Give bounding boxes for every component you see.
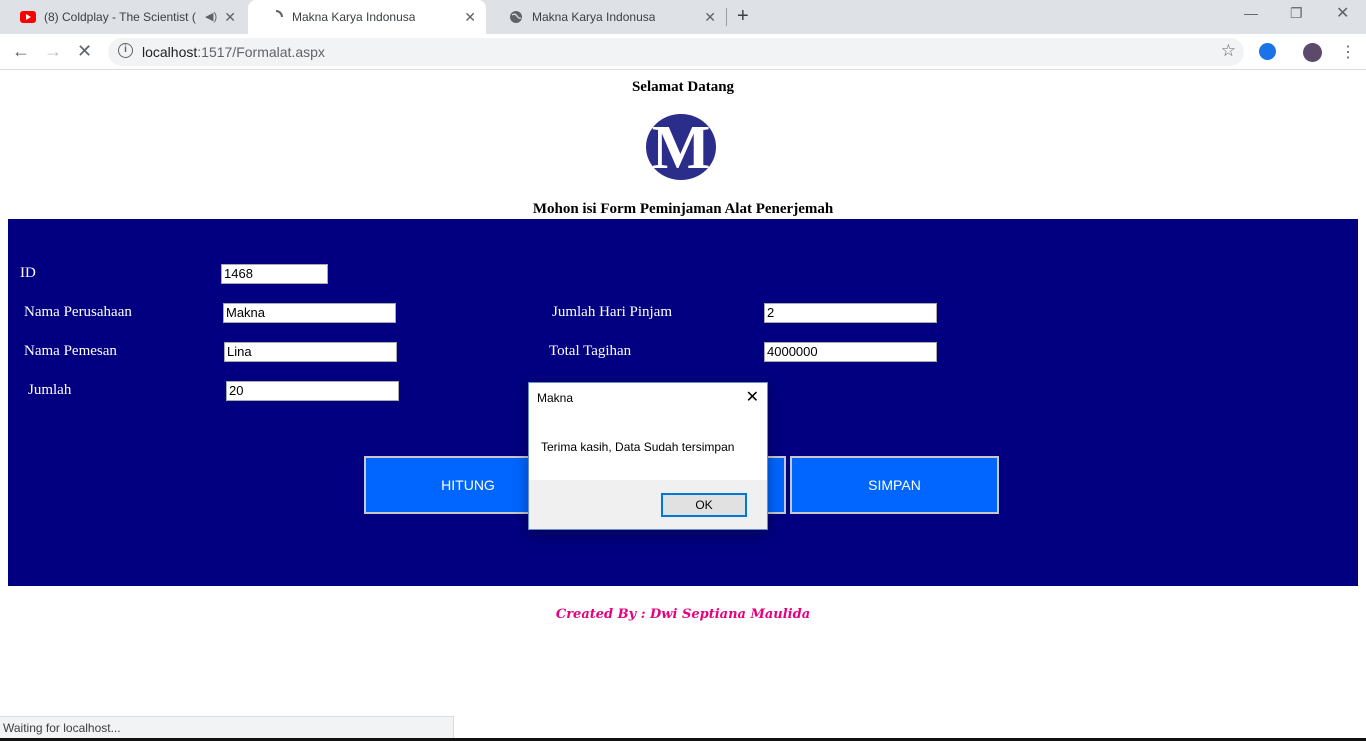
dialog-message: Terima kasih, Data Sudah tersimpan bbox=[541, 440, 735, 454]
restore-icon[interactable]: ❐ bbox=[1290, 5, 1303, 22]
id-label: ID bbox=[20, 265, 36, 281]
dialog-title: Makna bbox=[537, 391, 574, 405]
ok-button[interactable]: OK bbox=[661, 493, 747, 517]
welcome-heading: Selamat Datang bbox=[631, 79, 735, 95]
company-input[interactable]: Makna bbox=[223, 303, 396, 323]
status-bubble: Waiting for localhost... bbox=[0, 716, 454, 738]
close-tab-icon[interactable]: ✕ bbox=[464, 9, 476, 26]
days-input[interactable]: 2 bbox=[764, 303, 937, 323]
globe-icon bbox=[508, 9, 524, 25]
youtube-icon bbox=[20, 9, 36, 25]
back-icon[interactable]: ← bbox=[12, 41, 30, 62]
tab-makna-active[interactable]: Makna Karya Indonusa ✕ bbox=[248, 0, 486, 34]
url-text[interactable]: localhost:1517/Formalat.aspx bbox=[142, 44, 325, 60]
forward-icon[interactable]: → bbox=[44, 41, 62, 62]
browser-toolbar: ← → ✕ i localhost:1517/Formalat.aspx ☆ ⋮ bbox=[0, 34, 1366, 70]
quantity-label: Jumlah bbox=[28, 382, 72, 398]
footer-credit: Created By : Dwi Septiana Maulida bbox=[555, 607, 811, 622]
company-logo: M bbox=[646, 114, 716, 180]
close-window-icon[interactable]: ✕ bbox=[1336, 3, 1349, 23]
loading-spinner-icon bbox=[268, 9, 284, 25]
tab-strip: (8) Coldplay - The Scientist ( ◀) ✕ Makn… bbox=[0, 0, 1366, 34]
total-label: Total Tagihan bbox=[549, 343, 632, 359]
logo-letter: M bbox=[651, 114, 711, 182]
bookmark-star-icon[interactable]: ☆ bbox=[1221, 41, 1236, 61]
orderer-input[interactable]: Lina bbox=[224, 342, 397, 362]
orderer-label: Nama Pemesan bbox=[24, 343, 117, 359]
id-input[interactable]: 1468 bbox=[221, 264, 328, 284]
info-icon[interactable]: i bbox=[118, 43, 133, 58]
simpan-button[interactable]: SIMPAN bbox=[790, 456, 999, 514]
url-host: localhost bbox=[142, 44, 198, 60]
extension-icon[interactable] bbox=[1259, 43, 1276, 60]
tab-title: Makna Karya Indonusa bbox=[292, 10, 416, 24]
stop-loading-icon[interactable]: ✕ bbox=[77, 41, 92, 62]
profile-avatar[interactable] bbox=[1303, 43, 1322, 62]
tab-makna[interactable]: Makna Karya Indonusa ✕ bbox=[488, 0, 726, 34]
tab-coldplay[interactable]: (8) Coldplay - The Scientist ( ◀) ✕ bbox=[0, 0, 246, 34]
tab-title: Makna Karya Indonusa bbox=[532, 10, 656, 24]
new-tab-icon[interactable]: + bbox=[737, 5, 749, 28]
close-tab-icon[interactable]: ✕ bbox=[224, 9, 236, 26]
alert-dialog: Makna ✕ Terima kasih, Data Sudah tersimp… bbox=[528, 382, 768, 530]
company-label: Nama Perusahaan bbox=[24, 304, 132, 320]
dialog-footer: OK bbox=[529, 480, 767, 529]
close-tab-icon[interactable]: ✕ bbox=[704, 9, 716, 26]
form-title: Mohon isi Form Peminjaman Alat Penerjema… bbox=[532, 201, 834, 217]
url-path: :1517/Formalat.aspx bbox=[197, 44, 325, 60]
total-input[interactable]: 4000000 bbox=[764, 342, 937, 362]
minimize-icon[interactable]: — bbox=[1244, 5, 1258, 21]
address-bar[interactable]: i localhost:1517/Formalat.aspx ☆ bbox=[108, 38, 1244, 66]
tab-title: (8) Coldplay - The Scientist ( bbox=[44, 10, 196, 24]
tab-divider bbox=[726, 8, 727, 26]
days-label: Jumlah Hari Pinjam bbox=[552, 304, 672, 320]
quantity-input[interactable]: 20 bbox=[226, 381, 399, 401]
close-icon[interactable]: ✕ bbox=[746, 387, 759, 407]
menu-dots-icon[interactable]: ⋮ bbox=[1340, 42, 1356, 62]
speaker-icon[interactable]: ◀) bbox=[205, 10, 217, 23]
